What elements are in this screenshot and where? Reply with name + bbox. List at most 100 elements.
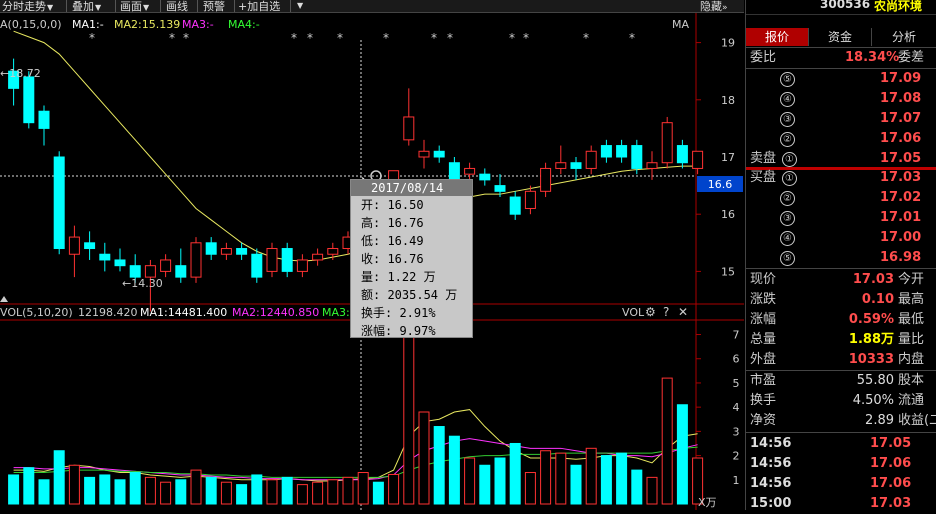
volume-bar: [509, 442, 521, 505]
candle: [616, 139, 628, 163]
volume-bar: [372, 481, 384, 505]
quote-row: 总量 1.88万 量比: [750, 330, 933, 350]
sell-row[interactable]: ④ 17.08: [750, 89, 933, 109]
sell-row[interactable]: ⑤ 17.09: [750, 69, 933, 89]
ma-right-label[interactable]: MA: [672, 18, 689, 31]
buy-level-icon: ②: [780, 191, 795, 206]
candle: [251, 248, 263, 283]
star-marker-icon: *: [509, 31, 515, 45]
volume-bar: [220, 481, 232, 505]
quote-panel: 300536 农尚环境 报价 资金 分析 委比 18.34% 委差 ⑤ 17.09…: [745, 0, 936, 511]
volume-bar: [8, 474, 20, 505]
volume-bar: [99, 474, 111, 505]
menu-overlay[interactable]: 叠加▼: [72, 0, 101, 14]
candle-tooltip: 2017/08/14 开: 16.50 高: 16.76 低: 16.49 收:…: [350, 179, 473, 338]
price-tick-label: 18: [721, 94, 735, 107]
vol-tick-label: 6: [733, 353, 740, 366]
price-tick-label: 17: [721, 151, 735, 164]
volume-bar: [190, 469, 202, 505]
vol-tick-label: 3: [733, 425, 740, 438]
volume-bar: [616, 452, 628, 505]
price-tick-label: 15: [721, 265, 735, 278]
volume-bar: [585, 447, 597, 505]
volume-bar: [129, 472, 141, 505]
menu-screen[interactable]: 画面▼: [120, 0, 149, 14]
candle: [220, 242, 232, 260]
toolbar-dropdown[interactable]: ▼: [296, 0, 303, 11]
sell-row[interactable]: ② 17.06: [750, 129, 933, 149]
fund-value: 4.50%: [852, 393, 894, 408]
tab-quote[interactable]: 报价: [746, 28, 809, 46]
menu-alert[interactable]: 预警: [203, 0, 225, 14]
hide-button[interactable]: 隐藏»: [700, 0, 728, 14]
settings-gear-icon[interactable]: ⚙: [645, 305, 656, 319]
quote-label: 现价: [750, 272, 777, 287]
candle: [676, 139, 688, 169]
buy-price: 17.00: [880, 230, 922, 245]
ma4-label: MA4:-: [228, 18, 260, 31]
quote-right-label: 最低: [898, 312, 925, 327]
candle: [661, 116, 673, 169]
tick-price: 17.05: [870, 436, 912, 451]
volume-bar: [205, 476, 217, 505]
buy-row[interactable]: ⑤ 16.98: [750, 248, 933, 268]
tick-price: 17.06: [870, 476, 912, 491]
volume-bar: [312, 481, 324, 505]
sell-row[interactable]: 卖盘 ① 17.05: [750, 149, 933, 169]
volume-bar: [38, 479, 50, 505]
candle: [8, 58, 20, 106]
candle: [585, 145, 597, 175]
close-icon[interactable]: ✕: [678, 305, 688, 319]
buy-price: 17.01: [880, 210, 922, 225]
buy-row[interactable]: ② 17.02: [750, 188, 933, 208]
candle: [312, 248, 324, 266]
vol-ma1-label: MA1:14481.400: [140, 306, 227, 319]
fund-label: 市盈: [750, 373, 777, 388]
vol-tick-label: 2: [733, 450, 740, 463]
vol-tick-label: 7: [733, 329, 740, 342]
sell-level-icon: ④: [780, 92, 795, 107]
candle: [190, 237, 202, 283]
sell-row[interactable]: ③ 17.07: [750, 109, 933, 129]
buy-row[interactable]: 买盘 ① 17.03: [750, 168, 933, 188]
high-marker: ←18.72: [0, 67, 41, 80]
candle: [99, 242, 111, 272]
volume-bar: [676, 404, 688, 505]
buy-row[interactable]: ④ 17.00: [750, 228, 933, 248]
fund-row: 换手 4.50% 流通: [750, 391, 933, 411]
candle: [114, 248, 126, 272]
volume-bar: [433, 426, 445, 505]
fund-right-label: 流通: [898, 393, 925, 408]
quote-label: 外盘: [750, 352, 777, 367]
star-marker-icon: *: [307, 31, 313, 45]
star-marker-icon: *: [431, 31, 437, 45]
star-marker-icon: *: [383, 31, 389, 45]
candle: [266, 242, 278, 278]
buy-row[interactable]: ③ 17.01: [750, 208, 933, 228]
add-watchlist-button[interactable]: +加自选: [238, 0, 280, 14]
tab-funds[interactable]: 资金: [809, 28, 872, 46]
tooltip-low: 低: 16.49: [361, 234, 424, 248]
quote-value: 17.03: [852, 272, 894, 287]
stock-code: 300536: [820, 0, 871, 11]
candle: [692, 150, 704, 175]
sell-price: 17.08: [880, 91, 922, 106]
tab-analysis[interactable]: 分析: [872, 28, 936, 46]
volume-bar: [84, 476, 96, 505]
volume-bar: [600, 455, 612, 505]
candle: [236, 242, 248, 260]
candle: [53, 151, 65, 255]
menu-draw[interactable]: 画线: [166, 0, 188, 14]
volume-bar: [160, 481, 172, 505]
volume-bar: [631, 469, 643, 505]
volume-bar: [555, 452, 567, 505]
sell-price: 17.09: [880, 71, 922, 86]
tooltip-date: 2017/08/14: [351, 180, 472, 196]
tick-time: 15:00: [750, 496, 792, 511]
volume-bar: [357, 472, 369, 505]
stock-name: 农尚环境: [874, 0, 923, 13]
menu-intraday[interactable]: 分时走势▼: [2, 0, 53, 14]
candle: [68, 225, 80, 278]
help-icon[interactable]: ?: [663, 305, 669, 319]
buy-price: 16.98: [880, 250, 922, 265]
